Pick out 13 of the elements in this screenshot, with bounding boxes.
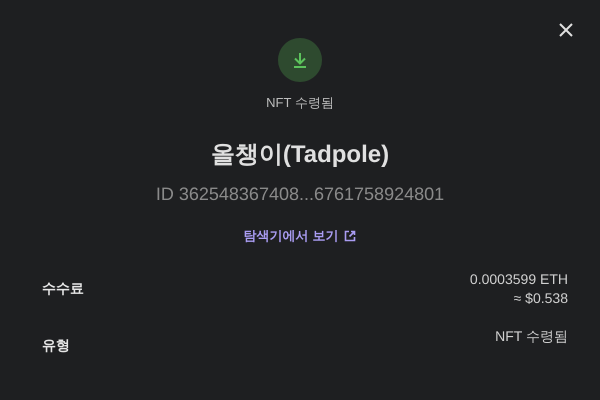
detail-label: 유형 (42, 336, 70, 355)
detail-label: 수수료 (42, 279, 84, 298)
close-icon (558, 22, 574, 38)
status-label: NFT 수령됨 (266, 94, 334, 112)
explorer-link[interactable]: 탐색기에서 보기 (244, 227, 356, 245)
token-id: ID 362548367408...6761758924801 (156, 184, 444, 205)
download-icon (278, 38, 322, 82)
detail-value: NFT 수령됨 (495, 328, 568, 346)
external-link-icon (344, 230, 356, 242)
close-button[interactable] (558, 22, 574, 38)
fiat-value: ≈ $0.538 (514, 290, 568, 306)
nft-title: 올챙이(Tadpole) (210, 140, 390, 170)
detail-value: 0.0003599 ETH (470, 271, 568, 287)
